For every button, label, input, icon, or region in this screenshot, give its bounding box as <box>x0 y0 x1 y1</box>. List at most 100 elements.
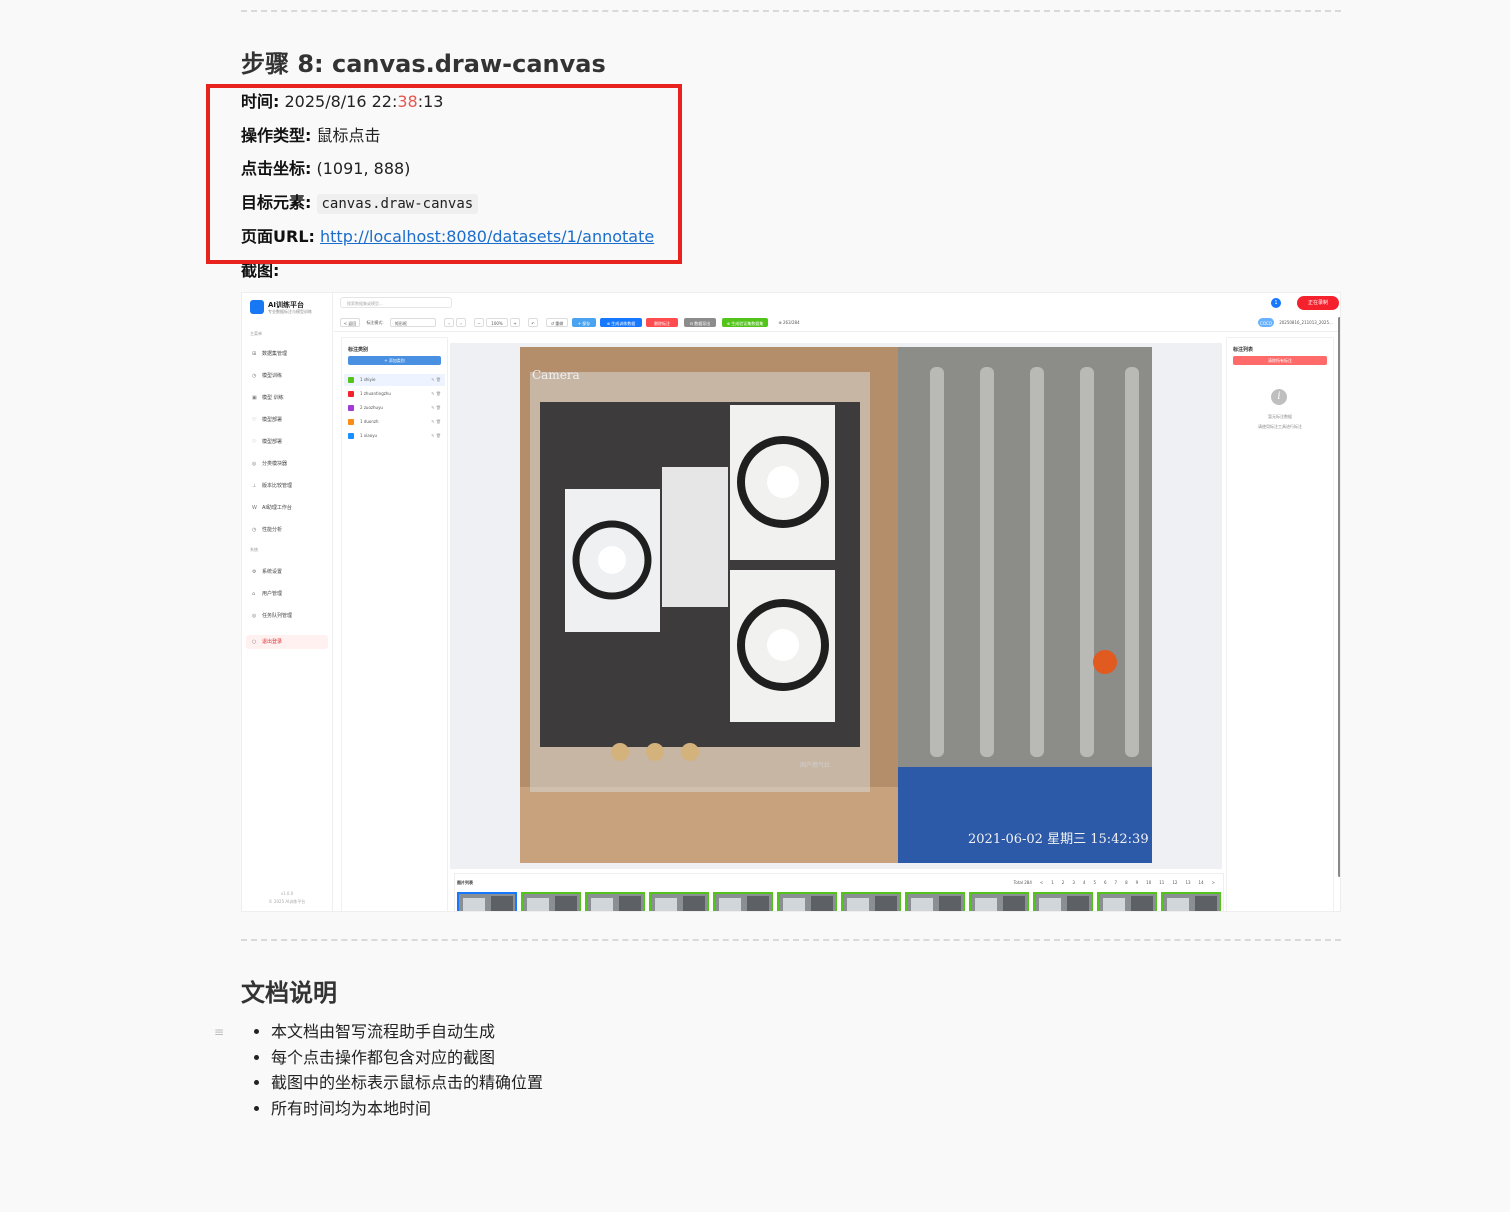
pager-page[interactable]: < <box>1040 880 1043 885</box>
pager-page[interactable]: 10 <box>1146 880 1151 885</box>
save-button[interactable]: + 保存 <box>572 318 596 327</box>
edit-delete-icon[interactable]: ✎ 🗑 <box>431 430 441 442</box>
sidebar-item-label: 模型 训练 <box>262 395 284 401</box>
pager-page[interactable]: 8 <box>1125 880 1128 885</box>
thumbnail-part <box>975 898 997 911</box>
edit-delete-icon[interactable]: ✎ 🗑 <box>431 388 441 400</box>
thumbnail-part <box>555 896 577 911</box>
zoom-out-icon[interactable]: − <box>474 318 484 327</box>
pager-page[interactable]: 11 <box>1159 880 1164 885</box>
sidebar-item[interactable]: ◷ 性能分析 <box>252 523 328 537</box>
sidebar-item[interactable]: ◷ 模型训练 <box>252 369 328 383</box>
docs-list-item: 本文档由智写流程助手自动生成 <box>271 1019 543 1045</box>
image-thumbnail[interactable] <box>585 892 645 911</box>
label-row[interactable]: 1 xiaoyu ✎ 🗑 <box>344 430 445 442</box>
thumbnail-part <box>591 898 613 911</box>
gen-train-button[interactable]: ⊕ 生成训练数据 <box>600 318 642 327</box>
label-row[interactable]: 1 shiyie ✎ 🗑 <box>344 374 445 386</box>
thumbnail-part <box>655 898 677 911</box>
label-row[interactable]: 1 duonzh ✎ 🗑 <box>344 416 445 428</box>
export-button[interactable]: ⊟ 数据导出 <box>684 318 716 327</box>
list-handle-icon[interactable]: ≡ <box>214 1025 224 1039</box>
mode-label: 标注模式: <box>364 318 386 327</box>
clear-annotations-button[interactable]: 清除所有标注 <box>1233 356 1327 365</box>
back-button[interactable]: < 返回 <box>340 318 360 327</box>
sidebar-item[interactable]: ▣ 模型 训练 <box>252 391 328 405</box>
gen-val-button[interactable]: ⊕ 生成验证集数据集 <box>722 318 768 327</box>
image-count: ⊕ 263/284 <box>774 318 804 327</box>
photo-timestamp: 2021-06-02 星期三 15:42:39 <box>968 832 1149 847</box>
sidebar-item[interactable]: ⊞ 数据集管理 <box>252 347 328 361</box>
step-screenshot: AI训练平台 专业数据标注与模型训练 主菜单 ⊞ 数据集管理 ◷ 模型训练 ▣ 模型 训练… <box>241 292 1341 912</box>
next-icon[interactable]: › <box>456 318 466 327</box>
thumbnail-part <box>527 898 549 911</box>
docs-heading: 文档说明 <box>241 979 337 1007</box>
edit-delete-icon[interactable]: ✎ 🗑 <box>431 374 441 386</box>
scrollbar[interactable] <box>1338 317 1340 877</box>
sidebar-item[interactable]: ⚙ 系统设置 <box>252 565 328 579</box>
sidebar-item[interactable]: ◎ 分类模块器 <box>252 457 328 471</box>
pager-page[interactable]: 4 <box>1083 880 1086 885</box>
pager-page[interactable]: 2 <box>1062 880 1065 885</box>
sidebar-item-label: 模型部署 <box>262 417 283 423</box>
delete-annotation-button[interactable]: 删除标注 <box>646 318 678 327</box>
sidebar-item-label: 系统设置 <box>262 569 283 575</box>
pager-page[interactable]: 12 <box>1172 880 1177 885</box>
record-button[interactable]: 正在录制 <box>1297 296 1339 310</box>
search-input[interactable]: 搜索数据集或模型... <box>340 297 452 308</box>
label-row[interactable]: 2 zuozhuyu ✎ 🗑 <box>344 402 445 414</box>
sidebar-item[interactable]: ♡ 模型部署 <box>252 413 328 427</box>
image-thumbnail[interactable] <box>713 892 773 911</box>
zoom-in-icon[interactable]: + <box>510 318 520 327</box>
label-row[interactable]: 1 zhuantingzhu ✎ 🗑 <box>344 388 445 400</box>
pager-page[interactable]: 6 <box>1104 880 1107 885</box>
image-thumbnail[interactable] <box>1033 892 1093 911</box>
thumbnail-part <box>1003 896 1025 911</box>
add-label-button[interactable]: + 添加类别 <box>348 356 441 365</box>
undo-icon[interactable]: ↶ <box>528 318 538 327</box>
version: v1.0.0 <box>280 891 294 896</box>
image-thumbnail[interactable] <box>969 892 1029 911</box>
image-thumbnail[interactable] <box>521 892 581 911</box>
image-thumbnail[interactable] <box>649 892 709 911</box>
pager-page[interactable]: > <box>1212 880 1215 885</box>
sidebar-item[interactable]: ⊥ 版本比较管理 <box>252 479 328 493</box>
image-thumbnail[interactable] <box>1097 892 1157 911</box>
label-name: 2 zuozhuyu <box>360 405 383 410</box>
sidebar-item[interactable]: ◎ 任务队列管理 <box>252 609 328 623</box>
label-name: 1 zhuantingzhu <box>360 391 391 396</box>
draw-canvas[interactable]: Camera 2021-06-02 星期三 15:42:39 国产燃气灶 <box>450 343 1222 869</box>
redo-button[interactable]: ↺ 重做 <box>546 318 568 327</box>
pager-page[interactable]: 13 <box>1185 880 1190 885</box>
pager-page[interactable]: 3 <box>1072 880 1075 885</box>
shot-line: 截图: <box>241 261 279 281</box>
label-panel: 标注类别 + 添加类别 1 shiyie ✎ 🗑 1 zhuantingzhu ✎ 🗑… <box>341 337 448 911</box>
thumbnail-part <box>1067 896 1089 911</box>
prev-icon[interactable]: ‹ <box>444 318 454 327</box>
mode-select[interactable]: 矩形框 <box>390 318 436 327</box>
thumbnail-part <box>811 896 833 911</box>
sidebar-item-logout[interactable]: ○ 退出登录 <box>246 635 328 649</box>
pager-page[interactable]: 14 <box>1199 880 1204 885</box>
edit-delete-icon[interactable]: ✎ 🗑 <box>431 402 441 414</box>
image-thumbnail[interactable] <box>905 892 965 911</box>
label-color-swatch <box>348 405 354 411</box>
nav-icon: ◷ <box>252 373 257 379</box>
image-thumbnail[interactable] <box>1161 892 1221 911</box>
edit-delete-icon[interactable]: ✎ 🗑 <box>431 416 441 428</box>
label-color-swatch <box>348 377 354 383</box>
image-thumbnail[interactable] <box>841 892 901 911</box>
pager-page[interactable]: 9 <box>1136 880 1139 885</box>
notification-badge[interactable]: 1 <box>1271 298 1281 308</box>
sidebar-item[interactable]: W AI助理工作台 <box>252 501 328 515</box>
image-thumbnail[interactable] <box>457 892 517 911</box>
pager-page[interactable]: 5 <box>1093 880 1096 885</box>
pager-page[interactable]: 7 <box>1115 880 1118 885</box>
thumbnail-part <box>911 898 933 911</box>
sidebar-item[interactable]: ♡ 模型部署 <box>252 435 328 449</box>
pager-page[interactable]: 1 <box>1051 880 1054 885</box>
nav-icon: ⚙ <box>252 569 257 575</box>
sidebar-item[interactable]: ⌂ 用户管理 <box>252 587 328 601</box>
image-thumbnail[interactable] <box>777 892 837 911</box>
info-icon: i <box>1271 389 1287 405</box>
